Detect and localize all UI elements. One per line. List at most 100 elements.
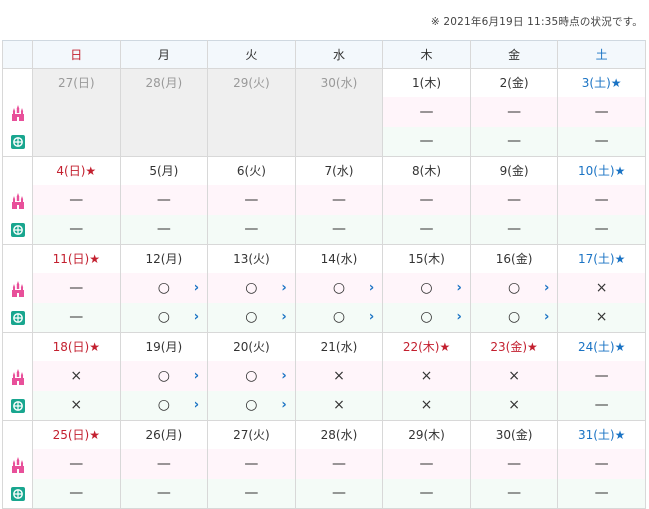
sea-status-cell[interactable]: ○ › bbox=[207, 390, 296, 421]
castle-icon bbox=[2, 184, 33, 215]
status-mark: — bbox=[244, 485, 259, 502]
sea-status-cell bbox=[294, 126, 384, 157]
status-mark: — bbox=[419, 485, 434, 502]
status-mark: — bbox=[69, 221, 84, 238]
status-mark: — bbox=[594, 485, 609, 502]
land-status-cell: — bbox=[557, 360, 646, 391]
globe-icon bbox=[2, 390, 33, 421]
land-status-cell[interactable]: ○ › bbox=[382, 272, 471, 303]
chevron-right-icon[interactable]: › bbox=[281, 368, 286, 383]
day-label: 24(土)★ bbox=[557, 332, 646, 361]
day-label: 30(金) bbox=[469, 420, 559, 449]
chevron-right-icon[interactable]: › bbox=[456, 280, 461, 295]
sea-status-cell[interactable]: ○ › bbox=[294, 302, 384, 333]
status-mark: ○ bbox=[245, 279, 258, 296]
status-mark: ○ bbox=[157, 397, 170, 414]
land-status-cell[interactable]: ○ › bbox=[469, 272, 559, 303]
sea-status-cell: — bbox=[32, 478, 121, 509]
weekday-header-row: 日 月 火 水 木 金 土 bbox=[2, 40, 646, 69]
land-status-cell bbox=[32, 96, 121, 127]
globe-icon bbox=[2, 302, 33, 333]
globe-icon bbox=[2, 478, 33, 509]
land-status-row: — — — — — — — bbox=[2, 448, 646, 479]
status-mark: — bbox=[419, 103, 434, 120]
status-mark: ○ bbox=[157, 309, 170, 326]
sea-status-cell[interactable]: ○ › bbox=[207, 302, 296, 333]
status-mark: ○ bbox=[157, 367, 170, 384]
status-mark: × bbox=[333, 367, 345, 384]
land-status-cell bbox=[207, 96, 296, 127]
status-mark: ○ bbox=[332, 309, 346, 326]
status-mark: × bbox=[595, 279, 608, 296]
sea-status-cell bbox=[119, 126, 209, 157]
land-status-cell[interactable]: ○ › bbox=[294, 272, 384, 303]
chevron-right-icon[interactable]: › bbox=[456, 310, 461, 325]
land-status-cell: × bbox=[469, 360, 559, 391]
sea-status-cell: × bbox=[557, 302, 646, 333]
sea-status-cell: — bbox=[557, 214, 646, 245]
weekday-header-thu: 木 bbox=[382, 40, 471, 69]
status-mark: × bbox=[420, 367, 433, 384]
sea-status-cell[interactable]: ○ › bbox=[382, 302, 471, 333]
chevron-right-icon[interactable]: › bbox=[544, 280, 549, 295]
chevron-right-icon[interactable]: › bbox=[544, 310, 549, 325]
status-mark: — bbox=[69, 279, 84, 296]
chevron-right-icon[interactable]: › bbox=[281, 398, 286, 413]
land-status-cell: — bbox=[557, 448, 646, 479]
status-mark: — bbox=[69, 485, 84, 502]
land-status-cell: — bbox=[382, 184, 471, 215]
land-status-cell: — bbox=[119, 448, 209, 479]
land-status-cell[interactable]: ○ › bbox=[119, 360, 209, 391]
chevron-right-icon[interactable]: › bbox=[194, 398, 199, 413]
land-status-cell bbox=[119, 96, 209, 127]
status-mark: — bbox=[594, 367, 609, 384]
day-label: 11(日)★ bbox=[32, 244, 121, 273]
chevron-right-icon[interactable]: › bbox=[194, 310, 199, 325]
sea-status-cell[interactable]: ○ › bbox=[119, 390, 209, 421]
day-label: 27(火) bbox=[207, 420, 296, 449]
status-mark: — bbox=[594, 397, 609, 414]
chevron-right-icon[interactable]: › bbox=[281, 310, 286, 325]
status-mark: — bbox=[594, 133, 609, 150]
status-mark: ○ bbox=[157, 279, 170, 296]
day-label: 9(金) bbox=[469, 156, 559, 185]
status-mark: ○ bbox=[245, 367, 258, 384]
date-row: 27(日) 28(月) 29(火) 30(水) 1(木) 2(金) 3(土)★ bbox=[2, 68, 646, 97]
chevron-right-icon[interactable]: › bbox=[194, 280, 199, 295]
chevron-right-icon[interactable]: › bbox=[369, 310, 374, 325]
sea-status-cell[interactable]: ○ › bbox=[119, 302, 209, 333]
weekday-header-sun: 日 bbox=[32, 40, 121, 69]
day-label: 5(月) bbox=[119, 156, 209, 185]
day-label: 1(木) bbox=[382, 68, 471, 97]
land-status-cell[interactable]: ○ › bbox=[119, 272, 209, 303]
weekday-header-mon: 月 bbox=[119, 40, 209, 69]
day-label: 23(金)★ bbox=[469, 332, 559, 361]
sea-status-cell: — bbox=[469, 214, 559, 245]
land-status-row: — — — — — — — bbox=[2, 184, 646, 215]
sea-status-cell: — bbox=[207, 214, 296, 245]
sea-status-cell: — bbox=[382, 126, 471, 157]
land-status-cell[interactable]: ○ › bbox=[207, 272, 296, 303]
chevron-right-icon[interactable]: › bbox=[369, 280, 374, 295]
day-label: 10(土)★ bbox=[557, 156, 646, 185]
sea-status-cell[interactable]: ○ › bbox=[469, 302, 559, 333]
sea-status-cell: — bbox=[32, 302, 121, 333]
land-status-cell: — bbox=[32, 184, 121, 215]
day-label: 25(日)★ bbox=[32, 420, 121, 449]
status-mark: — bbox=[419, 221, 434, 238]
status-mark: — bbox=[331, 191, 346, 208]
status-mark: — bbox=[69, 309, 84, 326]
day-label: 13(火) bbox=[207, 244, 296, 273]
day-label: 16(金) bbox=[469, 244, 559, 273]
day-label: 17(土)★ bbox=[557, 244, 646, 273]
status-timestamp-notice: ※ 2021年6月19日 11:35時点の状況です。 bbox=[430, 16, 643, 28]
status-mark: — bbox=[331, 455, 346, 472]
chevron-right-icon[interactable]: › bbox=[281, 280, 286, 295]
land-status-cell: — bbox=[469, 448, 559, 479]
land-status-cell[interactable]: ○ › bbox=[207, 360, 296, 391]
day-label: 6(火) bbox=[207, 156, 296, 185]
weekday-header-sat: 土 bbox=[557, 40, 646, 69]
land-status-cell: — bbox=[557, 184, 646, 215]
status-mark: × bbox=[595, 309, 608, 326]
chevron-right-icon[interactable]: › bbox=[194, 368, 199, 383]
